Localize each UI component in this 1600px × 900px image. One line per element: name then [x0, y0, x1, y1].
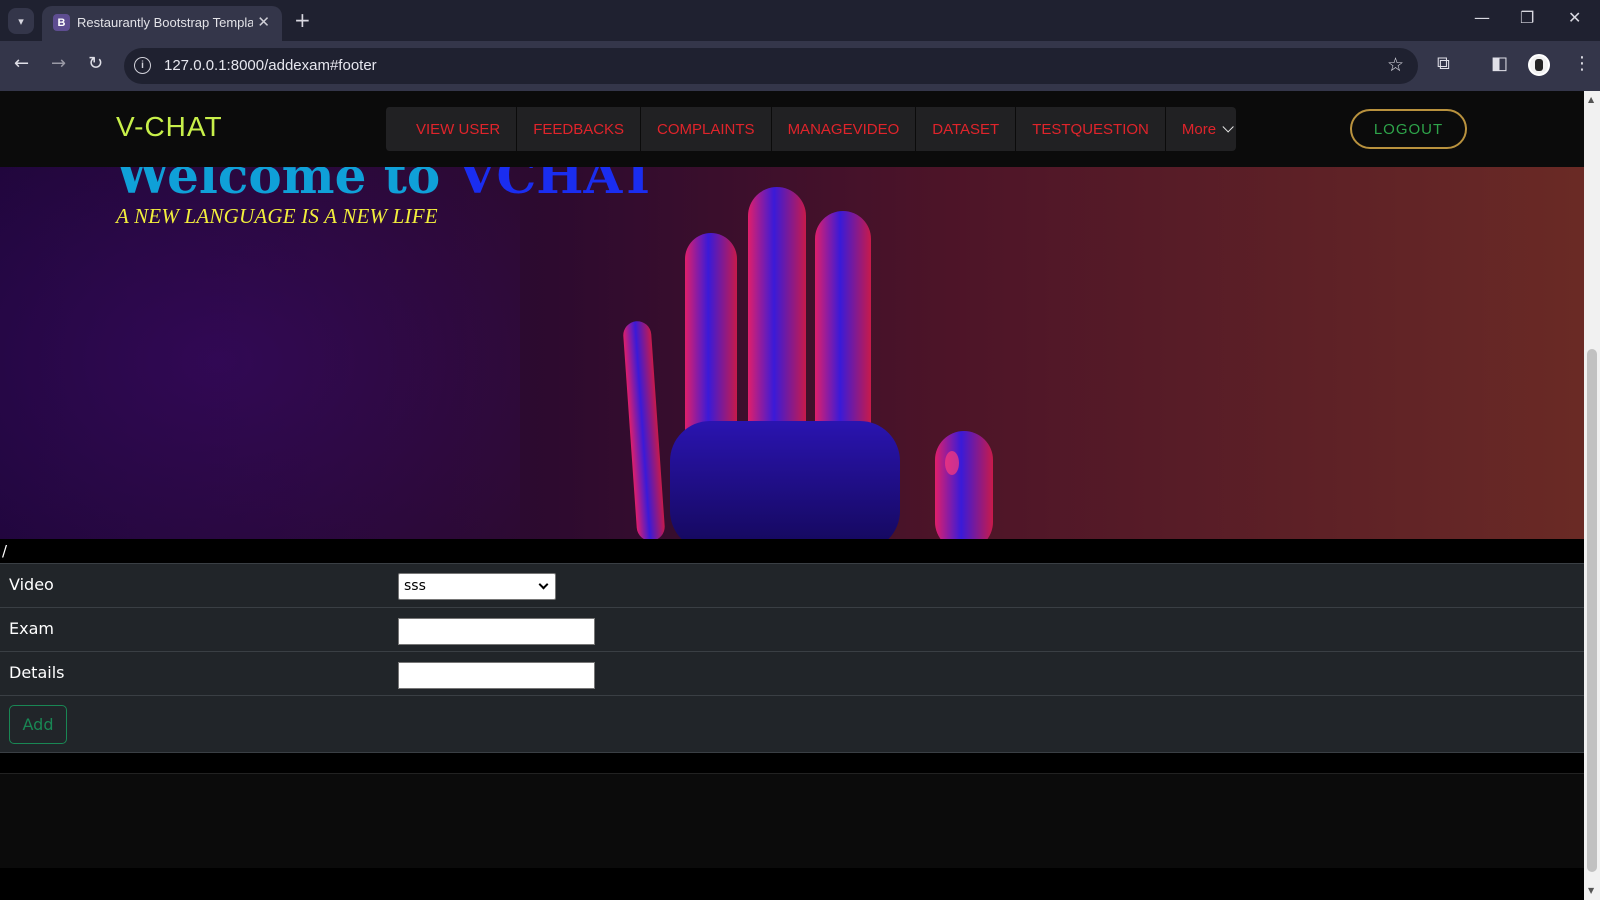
- details-label: Details: [9, 663, 65, 682]
- url-text[interactable]: 127.0.0.1:8000/addexam#footer: [164, 57, 377, 74]
- profile-avatar-icon[interactable]: [1528, 54, 1550, 76]
- nav-feedbacks[interactable]: FEEDBACKS: [516, 107, 641, 151]
- stray-slash-text: /: [2, 542, 8, 560]
- address-bar[interactable]: i 127.0.0.1:8000/addexam#footer ☆: [124, 48, 1418, 84]
- site-footer: [0, 773, 1584, 868]
- exam-input[interactable]: [398, 618, 595, 645]
- nav-view-user[interactable]: VIEW USER: [385, 107, 517, 151]
- reload-icon[interactable]: ↻: [88, 54, 103, 74]
- forward-icon[interactable]: →: [51, 54, 66, 74]
- form-row-exam: Exam: [0, 608, 1584, 652]
- browser-toolbar: ← → ↻ i 127.0.0.1:8000/addexam#footer ☆ …: [0, 41, 1600, 91]
- nav-complaints[interactable]: COMPLAINTS: [640, 107, 771, 151]
- nav-dataset[interactable]: DATASET: [915, 107, 1016, 151]
- new-tab-icon[interactable]: +: [294, 8, 311, 32]
- minimize-icon[interactable]: —: [1474, 8, 1490, 27]
- close-window-icon[interactable]: ✕: [1568, 8, 1581, 27]
- logout-button[interactable]: LOGOUT: [1350, 109, 1467, 149]
- form-row-details: Details: [0, 652, 1584, 696]
- side-panel-icon[interactable]: ◧: [1491, 53, 1508, 74]
- site-info-icon[interactable]: i: [134, 57, 151, 74]
- site-logo[interactable]: V-CHAT: [116, 111, 223, 143]
- browser-tab[interactable]: B Restaurantly Bootstrap Template ✕: [42, 6, 282, 41]
- video-select-value: sss: [404, 578, 426, 594]
- favicon-icon: B: [53, 14, 70, 31]
- page-scrollbar[interactable]: ▲ ▼: [1584, 91, 1600, 900]
- close-tab-icon[interactable]: ✕: [257, 13, 270, 31]
- video-select[interactable]: sss: [398, 573, 556, 600]
- tab-list-icon[interactable]: ▾: [8, 8, 34, 34]
- menu-icon[interactable]: ⋮: [1573, 53, 1591, 74]
- site-header: V-CHAT VIEW USER FEEDBACKS COMPLAINTS MA…: [0, 91, 1584, 167]
- form-row-video: Video sss: [0, 564, 1584, 608]
- form-row-submit: Add: [0, 696, 1584, 753]
- main-nav: VIEW USER FEEDBACKS COMPLAINTS MANAGEVID…: [385, 107, 1237, 151]
- chevron-down-icon: [538, 579, 549, 590]
- scroll-up-icon[interactable]: ▲: [1588, 95, 1594, 104]
- nav-managevideo[interactable]: MANAGEVIDEO: [770, 107, 916, 151]
- scroll-down-icon[interactable]: ▼: [1588, 886, 1594, 895]
- page-viewport: Welcome to VCHAT A NEW LANGUAGE IS A NEW…: [0, 91, 1584, 900]
- nav-more[interactable]: More: [1164, 107, 1237, 151]
- add-exam-form: Video sss Exam Details Add: [0, 563, 1584, 753]
- details-input[interactable]: [398, 662, 595, 689]
- nav-testquestion[interactable]: TESTQUESTION: [1015, 107, 1165, 151]
- scrollbar-thumb[interactable]: [1587, 349, 1597, 872]
- tab-title: Restaurantly Bootstrap Template: [77, 15, 253, 30]
- restore-icon[interactable]: ❐: [1520, 8, 1534, 27]
- hand-image: [623, 187, 993, 539]
- back-icon[interactable]: ←: [14, 54, 29, 74]
- chevron-down-icon: [1222, 121, 1234, 133]
- nav-more-label: More: [1181, 120, 1217, 138]
- extensions-icon[interactable]: ⧉: [1437, 53, 1450, 74]
- video-label: Video: [9, 575, 54, 594]
- exam-label: Exam: [9, 619, 54, 638]
- bookmark-star-icon[interactable]: ☆: [1387, 54, 1404, 76]
- add-button[interactable]: Add: [9, 705, 67, 744]
- browser-tab-bar: ▾ B Restaurantly Bootstrap Template ✕ + …: [0, 0, 1600, 41]
- hero-subtitle: A NEW LANGUAGE IS A NEW LIFE: [116, 204, 438, 228]
